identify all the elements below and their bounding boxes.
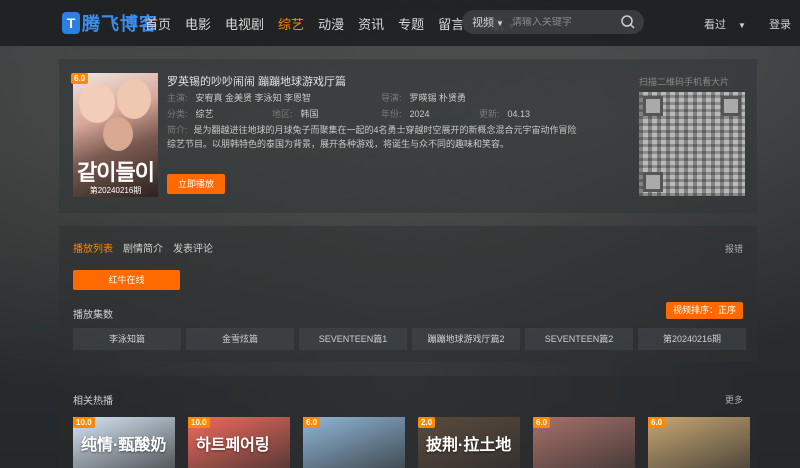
meta-key: 更新: <box>479 109 500 119</box>
meta-value[interactable]: 2024 <box>410 109 430 119</box>
score-badge: 2.0 <box>418 417 436 428</box>
nav-item-movies[interactable]: 电影 <box>185 14 211 33</box>
video-detail-panel: 6.0 같이들이 第20240216期 罗英锡的吵吵闹闹 蹦蹦地球游戏厅篇 主演… <box>59 59 757 213</box>
related-item[interactable]: 6.0 <box>648 417 750 468</box>
video-intro: 简介: 是为翻越进往地球的月球兔子而聚集在一起的4名勇士穿越时空展开的新概念混合元… <box>167 123 579 151</box>
episode-item[interactable]: 蹦蹦地球游戏厅篇2 <box>412 328 520 350</box>
meta-category: 分类: 综艺 <box>167 107 214 120</box>
play-now-button[interactable]: 立即播放 <box>167 174 225 194</box>
meta-key: 简介: <box>167 125 188 135</box>
meta-year: 年份: 2024 <box>381 107 430 120</box>
meta-value: 04.13 <box>507 109 531 119</box>
score-badge: 6.0 <box>648 417 666 428</box>
meta-value[interactable]: 综艺 <box>196 109 214 119</box>
search-input[interactable] <box>511 16 622 28</box>
nav-item-anime[interactable]: 动漫 <box>318 14 344 33</box>
poster-art <box>117 79 151 119</box>
top-navbar: T 腾飞博客 首页 电影 电视剧 综艺 动漫 资讯 专题 留言 导航▼ 视频▼ … <box>0 0 800 46</box>
nav-item-news[interactable]: 资讯 <box>358 14 384 33</box>
episode-item[interactable]: SEVENTEEN篇2 <box>525 328 633 350</box>
meta-region: 地区: 韩国 <box>272 107 319 120</box>
search-type-select[interactable]: 视频 ▼ <box>472 14 504 30</box>
qr-corner <box>721 96 741 116</box>
playlist-panel: 播放列表 剧情简介 发表评论 报错 红牛在线 播放集数 视频排序：正序 李泳知篇… <box>59 226 757 362</box>
poster-art <box>103 117 133 151</box>
poster-caption: 第20240216期 <box>89 186 142 195</box>
nav-item-guestbook[interactable]: 留言 <box>438 14 464 33</box>
qr-corner <box>643 96 663 116</box>
nav-item-tv[interactable]: 电视剧 <box>225 14 264 33</box>
meta-key: 地区: <box>272 109 293 119</box>
score-badge: 10.0 <box>73 417 95 428</box>
score-badge: 6.0 <box>303 417 321 428</box>
thumb-text: 纯情·甄酸奶 <box>81 437 167 454</box>
related-title: 相关热播 <box>73 396 113 407</box>
episode-item[interactable]: 李泳知篇 <box>73 328 181 350</box>
poster-art <box>79 83 115 123</box>
score-badge: 6.0 <box>71 73 89 84</box>
source-button[interactable]: 红牛在线 <box>73 270 180 290</box>
login-link[interactable]: 登录 <box>769 19 791 31</box>
related-section: 相关热播 更多 10.0 纯情·甄酸奶 10.0 하트페어링 6.0 2.0 披荆·拉土地 6… <box>59 376 757 468</box>
meta-director: 导演: 罗暎锡 朴贤勇 <box>381 91 466 104</box>
search-icon[interactable] <box>620 14 636 30</box>
score-badge: 10.0 <box>188 417 210 428</box>
related-item[interactable]: 6.0 <box>303 417 405 468</box>
meta-value[interactable]: 罗暎锡 朴贤勇 <box>410 93 467 103</box>
search-type-label: 视频 <box>472 17 494 29</box>
intro-text: 是为翻越进往地球的月球兔子而聚集在一起的4名勇士穿越时空展开的新概念混合元宇宙动… <box>167 125 577 149</box>
video-poster[interactable]: 같이들이 第20240216期 <box>73 73 158 197</box>
tab-comments[interactable]: 发表评论 <box>173 240 213 255</box>
qr-code <box>639 92 745 196</box>
meta-key: 年份: <box>381 109 402 119</box>
search-bar: 视频 ▼ <box>462 10 644 34</box>
thumb-text: 하트페어링 <box>196 437 270 454</box>
related-item[interactable]: 2.0 披荆·拉土地 <box>418 417 520 468</box>
related-item[interactable]: 10.0 하트페어링 <box>188 417 290 468</box>
episode-list: 李泳知篇 金雪炫篇 SEVENTEEN篇1 蹦蹦地球游戏厅篇2 SEVENTEE… <box>73 328 751 350</box>
meta-value[interactable]: 安宥真 金美贤 李泳知 李恩智 <box>196 93 312 103</box>
history-label: 看过 <box>704 19 726 31</box>
thumb-text: 披荆·拉土地 <box>426 437 512 454</box>
episode-item[interactable]: 金雪炫篇 <box>186 328 294 350</box>
report-error-link[interactable]: 报错 <box>725 242 743 255</box>
qr-corner <box>643 172 663 192</box>
site-logo[interactable]: T 腾飞博客 <box>62 10 158 36</box>
nav-item-variety[interactable]: 综艺 <box>278 14 304 33</box>
sort-order-button[interactable]: 视频排序：正序 <box>665 302 743 319</box>
playlist-tabs: 播放列表 剧情简介 发表评论 <box>73 240 223 255</box>
caret-down-icon: ▼ <box>738 21 746 30</box>
meta-key: 主演: <box>167 93 188 103</box>
nav-item-topics[interactable]: 专题 <box>398 14 424 33</box>
episode-item[interactable]: 第20240216期 <box>638 328 746 350</box>
poster-text: 같이들이 <box>77 160 155 185</box>
tab-playlist[interactable]: 播放列表 <box>73 240 113 255</box>
meta-cast: 主演: 安宥真 金美贤 李泳知 李恩智 <box>167 91 311 104</box>
history-menu[interactable]: 看过 ▼ <box>704 19 756 31</box>
qr-label: 扫描二维码手机看大片 <box>639 77 730 87</box>
score-badge: 6.0 <box>533 417 551 428</box>
episode-list-label: 播放集数 <box>73 310 113 321</box>
episode-item[interactable]: SEVENTEEN篇1 <box>299 328 407 350</box>
video-title: 罗英锡的吵吵闹闹 蹦蹦地球游戏厅篇 <box>167 76 347 88</box>
related-item[interactable]: 6.0 <box>533 417 635 468</box>
nav-item-home[interactable]: 首页 <box>145 14 171 33</box>
logo-icon: T <box>62 12 80 34</box>
meta-updated: 更新: 04.13 <box>479 107 530 120</box>
tab-synopsis[interactable]: 剧情简介 <box>123 240 163 255</box>
header-user-area: 看过 ▼ 登录 <box>704 16 800 32</box>
related-item[interactable]: 10.0 纯情·甄酸奶 <box>73 417 175 468</box>
meta-value[interactable]: 韩国 <box>301 109 319 119</box>
meta-key: 导演: <box>381 93 402 103</box>
more-link[interactable]: 更多 <box>725 393 743 406</box>
caret-down-icon: ▼ <box>496 19 504 28</box>
meta-key: 分类: <box>167 109 188 119</box>
